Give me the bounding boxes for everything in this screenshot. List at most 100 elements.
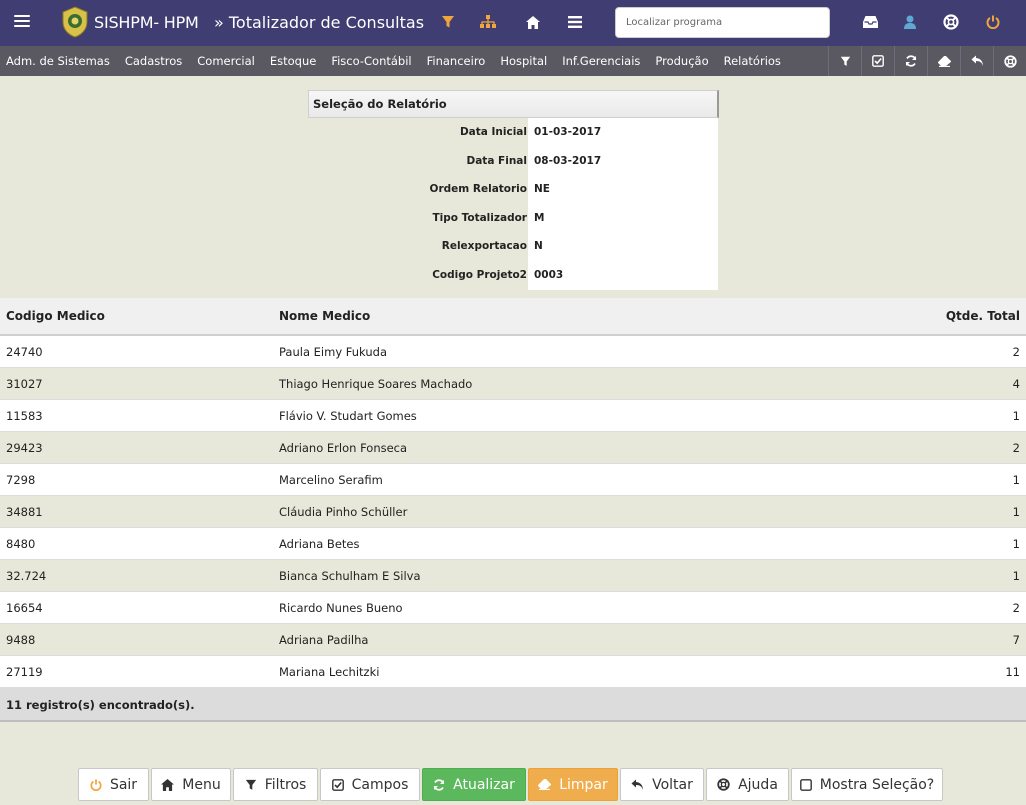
filter-icon[interactable] [438, 12, 458, 32]
checkbox-empty-icon [799, 778, 812, 791]
page-title: » Totalizador de Consultas [214, 13, 425, 32]
filter-icon[interactable] [828, 46, 861, 76]
selection-row-data-inicial: Data Inicial 01-03-2017 [308, 118, 719, 146]
menu-item-estoque[interactable]: Estoque [270, 54, 316, 68]
sair-button[interactable]: Sair [78, 768, 149, 801]
selection-row-data-final: Data Final 08-03-2017 [308, 147, 719, 175]
atualizar-label: Atualizar [453, 776, 515, 793]
menu-item-inf-gerenciais[interactable]: Inf.Gerenciais [562, 54, 640, 68]
menu-label: Menu [182, 776, 221, 793]
undo-icon[interactable] [960, 46, 993, 76]
cell-nome: Ricardo Nunes Bueno [279, 601, 403, 615]
top-bar: SISHPM- HPM » Totalizador de Consultas [0, 0, 1026, 46]
cell-codigo: 29423 [6, 441, 43, 455]
table-row[interactable]: 29423 Adriano Erlon Fonseca 2 [0, 432, 1026, 464]
atualizar-button[interactable]: Atualizar [422, 768, 526, 801]
limpar-label: Limpar [559, 776, 608, 793]
menu-item-fisco-contabil[interactable]: Fisco-Contábil [331, 54, 411, 68]
cell-qtde: 1 [1012, 473, 1020, 487]
undo-icon [631, 779, 644, 791]
menu-item-financeiro[interactable]: Financeiro [427, 54, 486, 68]
table-row[interactable]: 27119 Mariana Lechitzki 11 [0, 656, 1026, 688]
table-row[interactable]: 7298 Marcelino Serafim 1 [0, 464, 1026, 496]
app-title: SISHPM- HPM [94, 13, 199, 32]
selection-label: Data Final [466, 155, 528, 167]
selection-panel: Seleção do Relatório Data Inicial 01-03-… [308, 90, 719, 290]
cell-nome: Adriana Padilha [279, 633, 369, 647]
menu-item-comercial[interactable]: Comercial [197, 54, 255, 68]
table-row[interactable]: 11583 Flávio V. Studart Gomes 1 [0, 400, 1026, 432]
cell-codigo: 27119 [6, 665, 43, 679]
table-header: Codigo Medico Nome Medico Qtde. Total [0, 298, 1026, 336]
cell-nome: Flávio V. Studart Gomes [279, 409, 417, 423]
limpar-button[interactable]: Limpar [528, 768, 618, 801]
table-row[interactable]: 31027 Thiago Henrique Soares Machado 4 [0, 368, 1026, 400]
menu-button[interactable]: Menu [151, 768, 231, 801]
column-header-qtde[interactable]: Qtde. Total [946, 309, 1020, 323]
cell-qtde: 1 [1012, 409, 1020, 423]
filtros-button[interactable]: Filtros [233, 768, 318, 801]
sair-label: Sair [109, 776, 138, 793]
menu-bar: Adm. de Sistemas Cadastros Comercial Est… [0, 46, 1026, 76]
cell-nome: Adriana Betes [279, 537, 360, 551]
selection-value: 01-03-2017 [534, 126, 602, 138]
record-count: 11 registro(s) encontrado(s). [6, 698, 195, 712]
column-header-nome[interactable]: Nome Medico [279, 309, 370, 323]
cell-nome: Bianca Schulham E Silva [279, 569, 421, 583]
selection-body: Data Inicial 01-03-2017 Data Final 08-03… [308, 118, 719, 290]
inbox-icon[interactable] [860, 12, 880, 32]
cell-qtde: 4 [1012, 377, 1020, 391]
ajuda-button[interactable]: Ajuda [706, 768, 789, 801]
cell-codigo: 7298 [6, 473, 36, 487]
search-input[interactable] [615, 7, 830, 38]
lifebuoy-icon[interactable] [941, 12, 961, 32]
home-icon[interactable] [523, 12, 543, 32]
voltar-label: Voltar [652, 776, 693, 793]
refresh-icon[interactable] [894, 46, 927, 76]
table-row[interactable]: 24740 Paula Eimy Fukuda 2 [0, 336, 1026, 368]
selection-label: Data Inicial [459, 126, 527, 138]
selection-title: Seleção do Relatório [308, 90, 719, 118]
eraser-icon [538, 779, 552, 790]
table-row[interactable]: 9488 Adriana Padilha 7 [0, 624, 1026, 656]
table-row[interactable]: 16654 Ricardo Nunes Bueno 2 [0, 592, 1026, 624]
lifebuoy-icon[interactable] [993, 46, 1026, 76]
list-icon[interactable] [565, 12, 585, 32]
button-bar: Sair Menu Filtros Campos Atualizar Limpa… [78, 768, 945, 801]
cell-nome: Mariana Lechitzki [279, 665, 380, 679]
cell-qtde: 2 [1012, 441, 1020, 455]
selection-label: Ordem Relatorio [429, 183, 527, 195]
cell-nome: Paula Eimy Fukuda [279, 345, 387, 359]
menu-item-cadastros[interactable]: Cadastros [125, 54, 182, 68]
logo [62, 6, 88, 38]
menu-item-producao[interactable]: Produção [655, 54, 708, 68]
user-icon[interactable] [900, 12, 920, 32]
cell-codigo: 16654 [6, 601, 43, 615]
refresh-icon [433, 778, 445, 791]
power-icon[interactable] [983, 12, 1003, 32]
cell-qtde: 1 [1012, 537, 1020, 551]
table-body: 24740 Paula Eimy Fukuda 2 31027 Thiago Henr… [0, 336, 1026, 688]
voltar-button[interactable]: Voltar [620, 768, 704, 801]
cell-qtde: 11 [1005, 665, 1020, 679]
menu-item-relatorios[interactable]: Relatórios [724, 54, 781, 68]
cell-codigo: 24740 [6, 345, 43, 359]
menu-icon[interactable] [14, 12, 30, 28]
cell-nome: Thiago Henrique Soares Machado [279, 377, 473, 391]
selection-value: 08-03-2017 [534, 155, 602, 167]
selection-label: Codigo Projeto2 [432, 269, 527, 281]
cell-codigo: 32.724 [6, 569, 47, 583]
table-row[interactable]: 32.724 Bianca Schulham E Silva 1 [0, 560, 1026, 592]
table-row[interactable]: 8480 Adriana Betes 1 [0, 528, 1026, 560]
campos-button[interactable]: Campos [320, 768, 420, 801]
table-row[interactable]: 34881 Cláudia Pinho Schüller 1 [0, 496, 1026, 528]
checkbox-icon[interactable] [861, 46, 894, 76]
menu-item-adm-sistemas[interactable]: Adm. de Sistemas [6, 54, 110, 68]
cell-nome: Cláudia Pinho Schüller [279, 505, 408, 519]
column-header-codigo[interactable]: Codigo Medico [6, 309, 105, 323]
table-footer: 11 registro(s) encontrado(s). [0, 688, 1026, 722]
sitemap-icon[interactable] [478, 12, 498, 32]
mostra-selecao-button[interactable]: Mostra Seleção? [791, 768, 943, 801]
eraser-icon[interactable] [927, 46, 960, 76]
menu-item-hospital[interactable]: Hospital [500, 54, 547, 68]
